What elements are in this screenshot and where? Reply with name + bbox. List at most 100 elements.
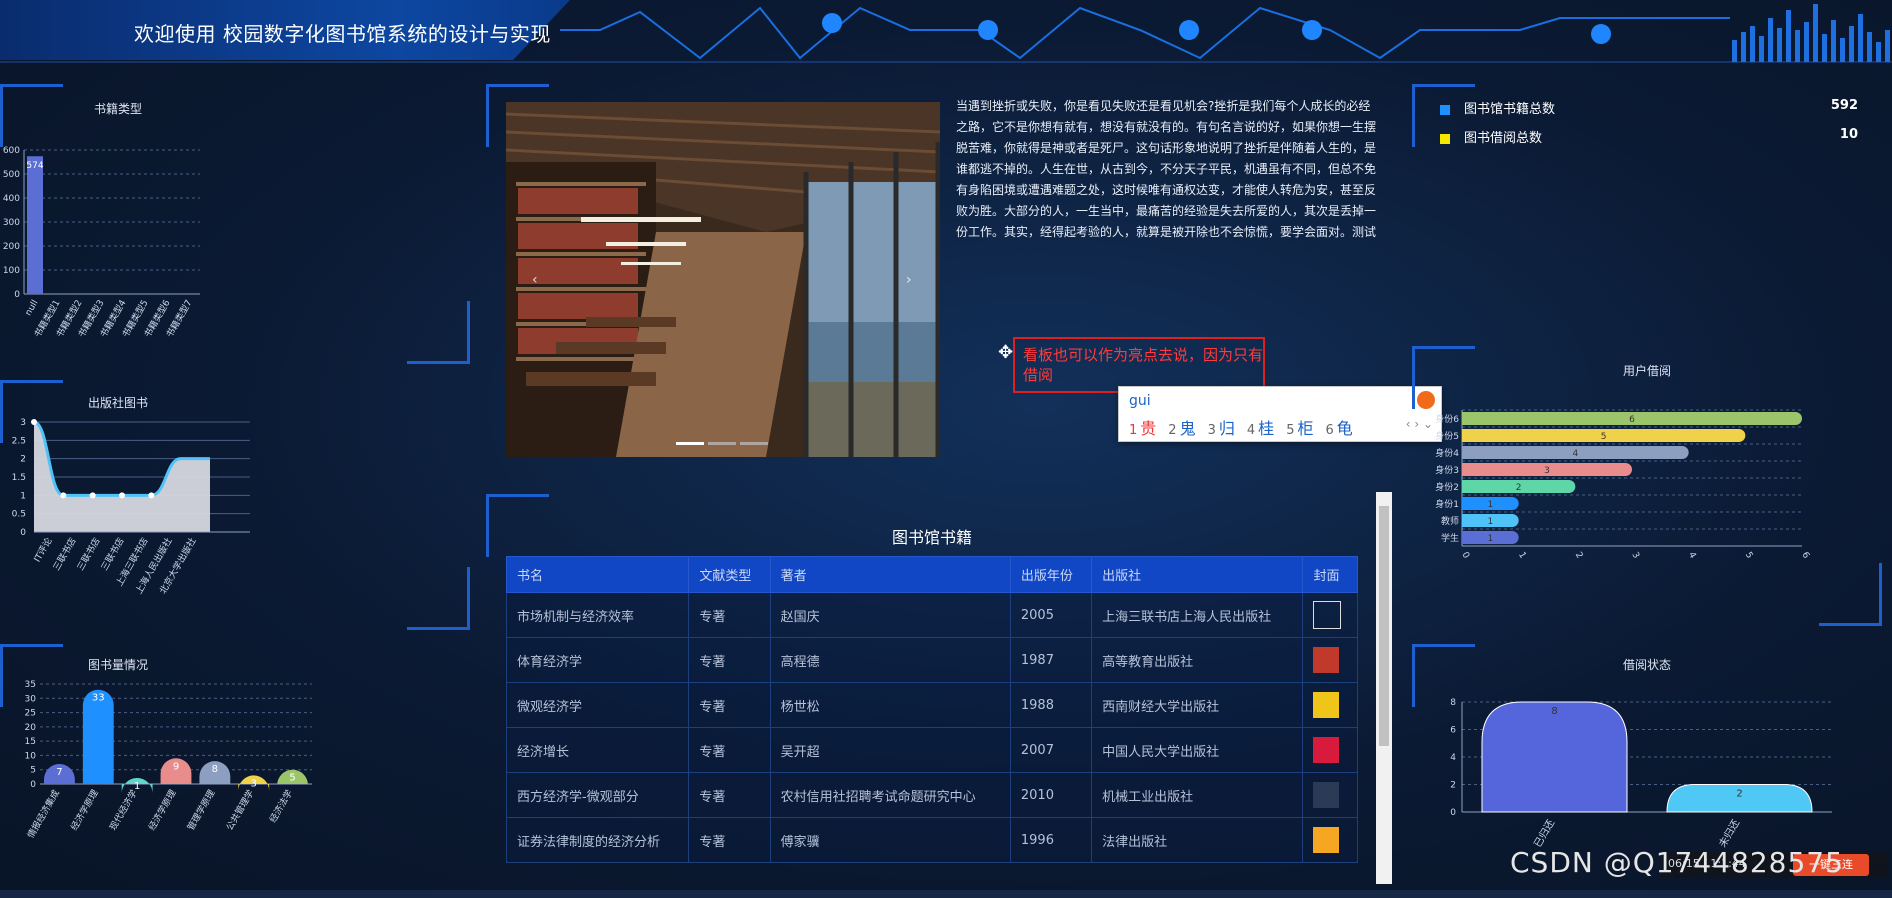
data-point xyxy=(89,492,96,499)
y-tick-label: 8 xyxy=(1450,698,1456,708)
table-row[interactable]: 经济增长 专著 吴开超 2007 中国人民大学出版社 xyxy=(505,727,1358,773)
column-header: 文献类型 xyxy=(688,556,771,593)
data-label: 5 xyxy=(289,773,295,784)
bar xyxy=(1481,701,1628,813)
x-tick-label: 现代经济学 xyxy=(107,788,140,833)
table-cell: 机械工业出版社 xyxy=(1091,772,1304,818)
scrollbar-thumb[interactable] xyxy=(1379,506,1389,746)
carousel-next-button[interactable]: › xyxy=(906,272,912,288)
cover-cell xyxy=(1302,817,1358,863)
ime-candidate-char: 桂 xyxy=(1258,419,1275,438)
table-cell: 西南财经大学出版社 xyxy=(1091,682,1304,728)
table-cell: 西方经济学-微观部分 xyxy=(505,772,690,818)
table-cell: 中国人民大学出版社 xyxy=(1091,727,1304,773)
book-cover-image[interactable] xyxy=(1313,692,1340,718)
y-tick-label: 6 xyxy=(1450,726,1456,736)
table-cell: 专著 xyxy=(688,637,771,683)
y-tick-label: 25 xyxy=(25,709,36,719)
panel-corner xyxy=(407,301,470,364)
y-tick-label: 35 xyxy=(25,680,36,690)
ime-candidate[interactable]: 3归 xyxy=(1208,419,1235,438)
book-cover-image[interactable] xyxy=(1313,647,1340,673)
chart-title: 出版社图书 xyxy=(87,396,148,410)
table-cell: 微观经济学 xyxy=(505,682,690,728)
table-row[interactable]: 体育经济学 专著 高程德 1987 高等教育出版社 xyxy=(505,637,1358,683)
ime-candidate-char: 柜 xyxy=(1297,419,1314,438)
ime-candidate-number: 3 xyxy=(1207,423,1216,438)
panel-corner xyxy=(407,567,470,630)
x-tick-label: IT评论 xyxy=(31,536,54,565)
carousel-prev-button[interactable]: ‹ xyxy=(532,272,538,288)
intro-text: 当遇到挫折或失败，你是看见失败还是看见机会?挫折是我们每个人成长的必经之路，它不… xyxy=(956,99,1377,239)
data-label: 1 xyxy=(1487,517,1493,527)
book-cover-image[interactable] xyxy=(1313,782,1340,808)
table-row[interactable]: 市场机制与经济效率 专著 赵国庆 2005 上海三联书店上海人民出版社 xyxy=(505,592,1358,638)
data-label: 2 xyxy=(1736,789,1742,800)
table-row[interactable]: 西方经济学-微观部分 专著 农村信用社招聘考试命题研究中心 2010 机械工业出版社 xyxy=(505,772,1358,818)
y-tick-label: 1.5 xyxy=(12,473,26,483)
book-type-chart: 0100200300400500600574null书籍类型1书籍类型2书籍类型… xyxy=(3,146,200,340)
table-cell: 吴开超 xyxy=(769,727,1011,773)
carousel-indicators xyxy=(676,430,772,449)
y-tick-label: 4 xyxy=(1450,753,1456,763)
stat-total-books: 图书馆书籍总数 592 xyxy=(1440,98,1858,117)
carousel-dot[interactable] xyxy=(708,442,736,445)
x-tick-label: 3 xyxy=(1629,551,1641,561)
book-cover-image[interactable] xyxy=(1313,601,1342,629)
table-cell: 市场机制与经济效率 xyxy=(505,592,690,638)
header: 欢迎使用 校园数字化图书馆系统的设计与实现 xyxy=(0,0,1892,64)
table-cell: 专著 xyxy=(688,727,771,773)
ime-candidate[interactable]: 6龟 xyxy=(1325,419,1352,438)
publisher-panel: 出版社图书 0 0.5 1 1.5 2 2.5 3 IT评论 三联书店 三联书店 三联书店 上海三联书… xyxy=(0,380,470,630)
y-tick-label: 身份3 xyxy=(1435,464,1459,476)
table-cell: 高程德 xyxy=(769,637,1011,683)
x-tick-label: 2 xyxy=(1573,551,1585,561)
ime-candidate[interactable]: 4桂 xyxy=(1247,419,1274,438)
x-tick-label: 1 xyxy=(1516,551,1528,561)
book-cover-image[interactable] xyxy=(1313,827,1340,853)
table-row[interactable]: 证券法律制度的经济分析 专著 傅家骥 1996 法律出版社 xyxy=(505,817,1358,863)
y-tick-label: 30 xyxy=(25,694,37,704)
table-cell: 上海三联书店上海人民出版社 xyxy=(1091,592,1304,638)
data-label: 574 xyxy=(26,161,43,171)
carousel-dot[interactable] xyxy=(740,442,768,445)
x-tick-label: null xyxy=(24,299,41,318)
x-tick-label: 6 xyxy=(1799,551,1811,561)
table-row[interactable]: 微观经济学 专著 杨世松 1988 西南财经大学出版社 xyxy=(505,682,1358,728)
bottom-strip xyxy=(0,890,1892,898)
x-tick-label: 三联书店 xyxy=(74,536,102,573)
x-tick-label: 情报经济集成 xyxy=(25,788,62,841)
cover-cell xyxy=(1302,592,1358,638)
publisher-chart: 00.511.522.53IT评论三联书店三联书店三联书店上海三联书店上海人民出… xyxy=(12,418,250,596)
ime-candidates[interactable]: 1贵 2鬼 3归 4桂 5柜 6龟 xyxy=(1129,415,1365,439)
image-carousel[interactable]: ‹ › xyxy=(506,102,940,457)
ime-candidate[interactable]: 5柜 xyxy=(1286,419,1313,438)
stat-value: 10 xyxy=(1839,127,1858,142)
volume-chart: 051015202530357情报经济集成33经济学原理1现代经济学9经济学原理… xyxy=(25,680,312,841)
book-cover-image[interactable] xyxy=(1313,737,1340,763)
table-scrollbar[interactable] xyxy=(1376,492,1392,884)
table-cell: 专著 xyxy=(688,817,771,863)
ime-candidate-char: 归 xyxy=(1218,419,1235,438)
y-tick-label: 2 xyxy=(20,455,26,465)
y-tick-label: 身份4 xyxy=(1435,447,1459,459)
data-label: 9 xyxy=(173,761,179,772)
ime-candidate[interactable]: 2鬼 xyxy=(1168,419,1195,438)
x-tick-label: 管理学原理 xyxy=(185,788,218,833)
stat-total-borrows: 图书借阅总数 10 xyxy=(1440,127,1858,146)
x-tick-label: 三联书店 xyxy=(50,536,78,573)
chart-title: 借阅状态 xyxy=(1622,658,1671,672)
equalizer-decoration xyxy=(1732,4,1890,62)
carousel-dot[interactable] xyxy=(676,442,704,445)
bar xyxy=(82,689,114,784)
table-cell: 1987 xyxy=(1009,637,1093,683)
y-tick-label: 100 xyxy=(3,266,20,276)
chart-title: 图书量情况 xyxy=(87,658,148,672)
ime-candidate-window[interactable]: gui 1贵2鬼3归4桂5柜6龟 ‹ › ⌄ xyxy=(1118,386,1442,442)
y-tick-label: 身份5 xyxy=(1435,430,1459,442)
data-label: 8 xyxy=(1551,706,1557,717)
column-header: 出版社 xyxy=(1091,556,1304,593)
column-header: 著者 xyxy=(769,556,1011,593)
ime-candidate[interactable]: 1贵 xyxy=(1129,419,1156,438)
ime-input: gui xyxy=(1129,393,1151,409)
